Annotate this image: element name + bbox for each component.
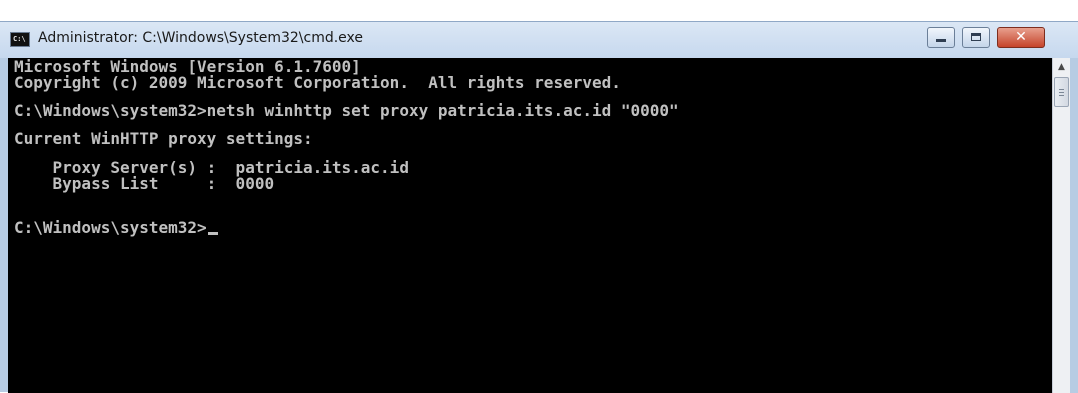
maximize-icon [971, 33, 981, 41]
minimize-icon [936, 39, 946, 42]
text-cursor [207, 232, 218, 235]
scroll-thumb[interactable] [1054, 77, 1069, 107]
close-button[interactable]: ✕ [997, 27, 1045, 48]
console-line: Copyright (c) 2009 Microsoft Corporation… [14, 73, 621, 92]
window-frame-edge [1070, 58, 1078, 393]
console-line: Bypass List : 0000 [14, 174, 275, 193]
close-icon: ✕ [1015, 29, 1027, 45]
title-bar[interactable]: C:\ Administrator: C:\Windows\System32\c… [0, 22, 1078, 58]
cmd-window: C:\ Administrator: C:\Windows\System32\c… [0, 21, 1078, 393]
window-title: Administrator: C:\Windows\System32\cmd.e… [38, 30, 364, 46]
prompt-text: C:\Windows\system32> [14, 218, 207, 237]
grip-line [1059, 89, 1064, 90]
console-line: C:\Windows\system32>netsh winhttp set pr… [14, 101, 679, 120]
maximize-button[interactable] [962, 27, 990, 48]
console-output[interactable]: Microsoft Windows [Version 6.1.7600] Cop… [8, 58, 1052, 393]
scroll-up-arrow-icon[interactable]: ▲ [1053, 58, 1070, 76]
command-prompt-line[interactable]: C:\Windows\system32> [14, 220, 218, 236]
vertical-scrollbar[interactable]: ▲ [1052, 58, 1070, 393]
grip-line [1059, 95, 1064, 96]
grip-line [1059, 92, 1064, 93]
cmd-icon[interactable]: C:\ [10, 32, 30, 47]
minimize-button[interactable] [927, 27, 955, 48]
console-line: Current WinHTTP proxy settings: [14, 129, 313, 148]
